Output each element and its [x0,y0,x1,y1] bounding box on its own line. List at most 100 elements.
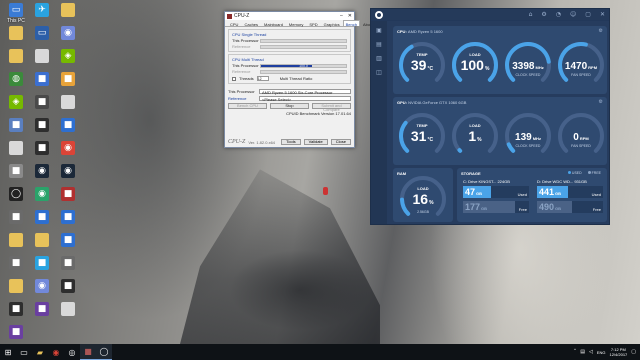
gpu-settings-icon[interactable]: ⚙ [599,99,603,105]
clock[interactable]: 7:12 PM 12/4/2017 [609,347,627,357]
sidebar-pc-icon[interactable]: ▥ [376,55,382,62]
gpu-name: NVIDIA GeForce GTX 1060 6GB [408,100,467,105]
cpuz-titlebar[interactable]: CPU-Z – ✕ [225,12,354,20]
steam-taskbar-icon[interactable]: ◎ [64,344,80,360]
gauge-value: 1% [468,128,482,144]
submit-compare-button[interactable]: Submit and Compare [312,103,351,112]
task-view-icon[interactable]: ▭ [16,344,32,360]
discord-icon: ◉ [35,279,49,293]
this-processor-field: AMD Ryzen 5 1600 Six-Core Processor [259,89,351,95]
bell-icon[interactable]: ◔ [556,11,561,18]
steam-icon: ◉ [61,164,75,178]
sidebar-games-icon[interactable]: ▤ [376,41,382,48]
cpuz-version: Ver. 1.82.0.x64 [248,139,276,145]
tools-button[interactable]: Tools [281,139,301,145]
gpu-card-title: GPU: NVIDIA GeForce GTX 1060 6GB [397,100,467,105]
close-button[interactable]: Close [330,139,351,145]
gauge-unit: °C [427,137,434,143]
sidebar-lighting-icon[interactable]: ◫ [376,69,382,76]
sidebar-dashboard-icon[interactable]: ▣ [376,27,382,34]
cam-logo-icon[interactable] [375,10,383,19]
close-icon[interactable]: ✕ [600,11,605,18]
monitor-icon: ▭ [35,26,49,40]
tab-memory[interactable]: Memory [286,20,306,27]
close-icon[interactable]: ✕ [348,13,352,19]
cpuz-taskbar-icon[interactable]: ■ [80,344,96,360]
file-icon [9,141,23,155]
benchmark-version: CPUID Benchmark Version 17.01.64 [286,111,351,116]
explorer-icon[interactable]: ▰ [32,344,48,360]
tab-graphics[interactable]: Graphics [321,20,343,27]
single-thread-group: CPU Single Thread This Processor Referen… [228,29,351,52]
cam-window[interactable]: ⌂ ⚙ ◔ ☺ ▢ ✕ ▣ ▤ ▥ ◫ CPU: AMD Ryzen 5 160… [370,8,610,225]
cpu-name: AMD Ryzen 5 1600 [407,29,443,34]
desktop-shortcut[interactable]: ■ [29,302,55,332]
tab-mainboard[interactable]: Mainboard [261,20,286,27]
drive-usage-unit: GB [555,206,562,211]
gauge-value: 39°C [410,57,434,73]
single-reference-bar [260,44,347,49]
app-icon: ◉ [35,187,49,201]
tab-caches[interactable]: Caches [241,20,261,27]
language-indicator[interactable]: ENG [597,350,606,355]
cam-taskbar-icon[interactable]: ◯ [96,344,112,360]
drive-usage-unit: GB [476,191,483,196]
cpu-load-gauge: LOAD 100% [450,40,500,90]
reference-select[interactable]: <Please Select> [259,96,351,102]
cpuz-window[interactable]: CPU-Z – ✕ CPU Caches Mainboard Memory SPD Gra… [224,11,373,148]
app-icon: ■ [35,256,49,270]
multi-this-processor-bar: 100.0 [260,63,347,68]
multi-thread-title: CPU Multi Thread [232,57,264,62]
drive-usage-tag: Used [591,192,601,197]
telegram-icon: ✈ [35,3,49,17]
threads-select[interactable]: 12 [256,76,269,81]
drive-item: D: Drive WDC WD... 931GB 441 GB Used 490 GB Fr… [537,179,603,213]
gamepad-icon[interactable]: ⌂ [529,11,533,18]
ram-load-gauge: LOAD 16% 2.56GB [398,174,448,224]
desktop-shortcut-label: This PC [7,18,25,24]
threads-checkbox[interactable] [232,76,236,81]
cpuz-footer: CPU-Z Ver. 1.82.0.x64 Tools Validate Clo… [225,139,354,145]
app-icon: ■ [9,302,23,316]
volume-icon[interactable]: ◁ [589,349,593,355]
validate-button[interactable]: Validate [303,139,328,145]
minimize-icon[interactable]: ▢ [585,11,591,18]
notifications-icon[interactable]: ▢ [631,349,636,355]
cam-sidebar: ▣ ▤ ▥ ◫ [371,21,387,224]
app-icon: ■ [61,279,75,293]
discord-icon: ◉ [61,26,75,40]
bench-cpu-button[interactable]: Bench CPU [228,103,267,109]
drive-usage-unit: GB [555,191,562,196]
cpu-card-title: CPU: AMD Ryzen 5 1600 [397,29,443,34]
tab-bench[interactable]: Bench [342,20,360,27]
file-icon [35,49,49,63]
gauge-fill [457,148,463,153]
tab-cpu[interactable]: CPU [227,20,241,27]
start-button[interactable]: ⊞ [0,344,16,360]
tray-chevron-icon[interactable]: ˄ [574,349,577,355]
gauge-value: 1470RPM [564,61,598,72]
gauge-label: CLOCK SPEED [515,144,541,148]
tab-spd[interactable]: SPD [306,20,320,27]
gauge-value: 0RPM [573,132,589,143]
file-icon [61,95,75,109]
ratio-label: Multi Thread Ratio [279,76,313,81]
app-icon: ■ [35,210,49,224]
multi-reference-label: Reference [232,69,251,74]
gauge-value: 31°C [410,128,434,144]
storage-card-title: STORAGE [461,171,481,176]
user-icon[interactable]: ☺ [570,11,576,18]
desktop-shortcut[interactable] [55,302,81,332]
app-icon: ■ [35,95,49,109]
cpu-settings-icon[interactable]: ⚙ [599,28,603,34]
drive-usage-row: 47 GB Used [463,186,529,198]
desktop-icons: ▭ This PC ✈ ▭ ◉ ◈ ◍ ■ ■ ◈ ■ ■ ■ ■ ■ ◉ ■ ◉ ◉ ◯ ◉ ■ ■ ■ ■ ■ ■ ■ ■ ◉ ■ ■ ■ ■ [0,0,80,344]
gauge-value: 3398MHz [512,61,544,72]
network-icon[interactable]: ▤ [580,349,585,355]
chrome-taskbar-icon[interactable]: ◉ [48,344,64,360]
minimize-icon[interactable]: – [340,13,343,19]
gear-icon[interactable]: ⚙ [541,11,546,18]
stop-button[interactable]: Stop [270,103,309,109]
multi-reference-bar [260,69,347,74]
cpuz-brand: CPU-Z [228,139,246,145]
